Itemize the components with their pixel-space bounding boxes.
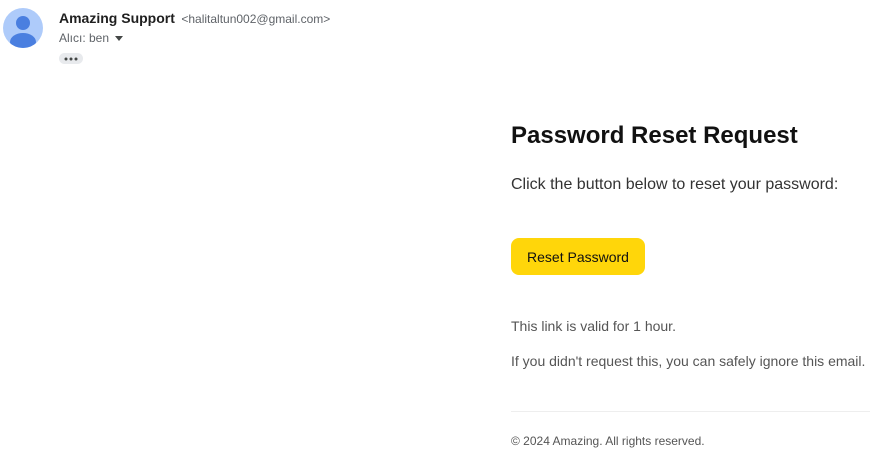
recipient-label: Alıcı: ben <box>59 31 110 45</box>
sender-line: Amazing Support <halitaltun002@gmail.com… <box>59 10 330 28</box>
divider <box>511 411 870 412</box>
chevron-down-icon[interactable] <box>115 35 124 41</box>
sender-email: <halitaltun002@gmail.com> <box>181 12 331 26</box>
email-intro: Click the button below to reset your pas… <box>511 176 839 193</box>
sender-avatar[interactable] <box>3 8 43 48</box>
copyright-footer: © 2024 Amazing. All rights reserved. <box>511 434 705 448</box>
reset-password-button[interactable]: Reset Password <box>511 238 645 275</box>
email-title: Password Reset Request <box>511 122 798 149</box>
validity-notice: This link is valid for 1 hour. <box>511 318 676 334</box>
ignore-notice: If you didn't request this, you can safe… <box>511 353 866 369</box>
email-header: Amazing Support <halitaltun002@gmail.com… <box>0 0 870 70</box>
recipient-line: Alıcı: ben <box>59 31 124 45</box>
more-horizontal-icon <box>64 57 78 60</box>
sender-name[interactable]: Amazing Support <box>59 10 175 26</box>
show-trimmed-content-button[interactable] <box>59 53 83 64</box>
person-icon <box>10 16 36 48</box>
